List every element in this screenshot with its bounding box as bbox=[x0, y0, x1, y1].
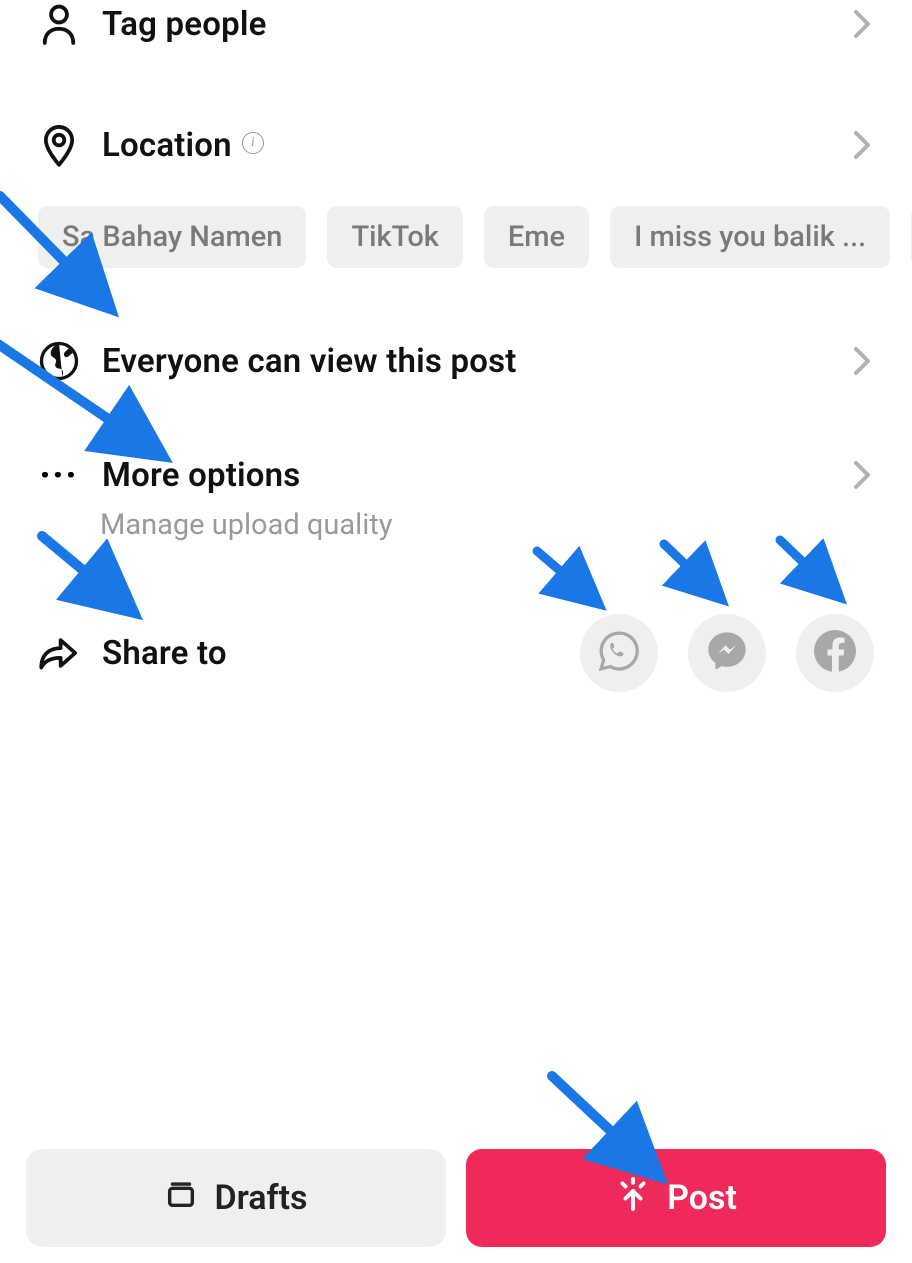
row-more-options[interactable]: ··· More options bbox=[0, 454, 912, 496]
drafts-button[interactable]: Drafts bbox=[26, 1149, 446, 1247]
privacy-label: Everyone can view this post bbox=[102, 342, 517, 381]
more-options-label: More options bbox=[102, 456, 300, 495]
share-whatsapp-button[interactable] bbox=[580, 614, 658, 692]
whatsapp-icon bbox=[597, 629, 641, 677]
location-chip[interactable]: Eme bbox=[484, 206, 589, 268]
annotation-arrow bbox=[652, 536, 742, 616]
share-arrow-icon bbox=[38, 632, 80, 674]
drafts-label: Drafts bbox=[214, 1178, 307, 1218]
share-facebook-button[interactable] bbox=[796, 614, 874, 692]
location-pin-icon bbox=[38, 124, 80, 166]
location-chip[interactable]: I miss you balik ... bbox=[610, 206, 890, 268]
location-chips: Sa Bahay Namen TikTok Eme I miss you bal… bbox=[0, 206, 912, 268]
facebook-icon bbox=[811, 627, 859, 679]
chevron-right-icon bbox=[850, 463, 874, 487]
more-options-sub: Manage upload quality bbox=[100, 508, 912, 542]
post-label: Post bbox=[667, 1178, 737, 1218]
annotation-arrow bbox=[525, 541, 615, 621]
chevron-right-icon bbox=[850, 349, 874, 373]
ellipsis-icon: ··· bbox=[38, 454, 80, 496]
messenger-icon bbox=[704, 628, 750, 678]
chevron-right-icon bbox=[850, 12, 874, 36]
person-icon bbox=[38, 3, 80, 45]
annotation-arrow bbox=[768, 532, 858, 612]
share-to-label: Share to bbox=[102, 634, 227, 673]
share-messenger-button[interactable] bbox=[688, 614, 766, 692]
bottom-bar: Drafts Post bbox=[0, 1149, 912, 1247]
row-location[interactable]: Location i bbox=[0, 124, 912, 166]
location-chip[interactable]: Sa Bahay Namen bbox=[38, 206, 306, 268]
chevron-right-icon bbox=[850, 133, 874, 157]
row-tag-people[interactable]: Tag people bbox=[0, 0, 912, 52]
info-icon: i bbox=[242, 132, 264, 154]
post-button[interactable]: Post bbox=[466, 1149, 886, 1247]
globe-icon bbox=[38, 340, 80, 382]
post-spark-icon bbox=[615, 1176, 651, 1221]
drafts-icon bbox=[164, 1177, 198, 1220]
row-privacy[interactable]: Everyone can view this post bbox=[0, 340, 912, 382]
location-label: Location bbox=[102, 126, 232, 165]
location-chip[interactable]: TikTok bbox=[327, 206, 462, 268]
tag-people-label: Tag people bbox=[102, 5, 267, 44]
row-share-to: Share to bbox=[0, 614, 912, 692]
